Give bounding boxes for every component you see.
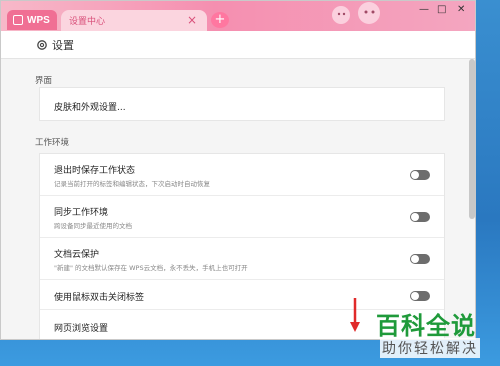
appearance-settings-label: 皮肤和外观设置... bbox=[54, 103, 126, 113]
red-arrow-icon bbox=[350, 298, 360, 332]
setting-title: 退出时保存工作状态 bbox=[54, 166, 136, 176]
setting-description: 记录当前打开的标签和编辑状态，下次启动时自动恢复 bbox=[54, 180, 210, 188]
wps-home-tab[interactable]: WPS bbox=[7, 10, 57, 30]
setting-description: "新建" 的文档默认保存在 WPS云文档，永不丢失，手机上也可打开 bbox=[54, 264, 248, 272]
minimize-icon[interactable]: — bbox=[419, 4, 429, 15]
setting-title: 使用鼠标双击关闭标签 bbox=[54, 293, 145, 303]
tab-settings-center[interactable]: 设置中心 × bbox=[61, 10, 207, 31]
section-label-work-environment: 工作环境 bbox=[35, 138, 70, 148]
setting-description: 跨设备同步最近使用的文档 bbox=[54, 222, 132, 230]
setting-row-sync: 同步工作环境 跨设备同步最近使用的文档 bbox=[40, 196, 444, 238]
sync-toggle[interactable] bbox=[410, 212, 430, 222]
close-window-icon[interactable]: ✕ bbox=[457, 4, 465, 15]
tab-close-icon[interactable]: × bbox=[187, 13, 197, 27]
tab-settings-center-label: 设置中心 bbox=[69, 17, 106, 27]
title-bar: WPS 设置中心 × + — □ ✕ bbox=[1, 1, 475, 31]
settings-window: WPS 设置中心 × + — □ ✕ 设置 界面 皮肤和外观设置... 工作环境… bbox=[0, 0, 476, 340]
cat-skin-decoration-icon bbox=[332, 2, 380, 24]
page-title: 设置 bbox=[52, 38, 74, 52]
maximize-icon[interactable]: □ bbox=[437, 4, 446, 15]
gear-icon bbox=[37, 40, 47, 50]
save-state-toggle[interactable] bbox=[410, 170, 430, 180]
watermark: 百科全说 助你轻松解决 bbox=[366, 302, 500, 366]
setting-row-cloud-protect: 文档云保护 "新建" 的文档默认保存在 WPS云文档，永不丢失，手机上也可打开 bbox=[40, 238, 444, 280]
setting-title: 文档云保护 bbox=[54, 250, 100, 260]
new-tab-button[interactable]: + bbox=[211, 12, 229, 28]
settings-header: 设置 bbox=[1, 31, 475, 59]
double-click-close-toggle[interactable] bbox=[410, 291, 430, 301]
appearance-settings-row[interactable]: 皮肤和外观设置... bbox=[40, 88, 444, 122]
setting-title: 同步工作环境 bbox=[54, 208, 109, 218]
cloud-protect-toggle[interactable] bbox=[410, 254, 430, 264]
wps-logo-icon bbox=[13, 15, 23, 25]
scrollbar[interactable] bbox=[469, 59, 475, 219]
watermark-subtitle: 助你轻松解决 bbox=[380, 338, 480, 358]
appearance-card: 皮肤和外观设置... bbox=[39, 87, 445, 121]
setting-row-save-state: 退出时保存工作状态 记录当前打开的标签和编辑状态，下次启动时自动恢复 bbox=[40, 154, 444, 196]
wps-brand-label: WPS bbox=[27, 14, 50, 26]
setting-title: 网页浏览设置 bbox=[54, 324, 109, 334]
watermark-title: 百科全说 bbox=[376, 312, 476, 340]
section-label-interface: 界面 bbox=[35, 76, 53, 86]
